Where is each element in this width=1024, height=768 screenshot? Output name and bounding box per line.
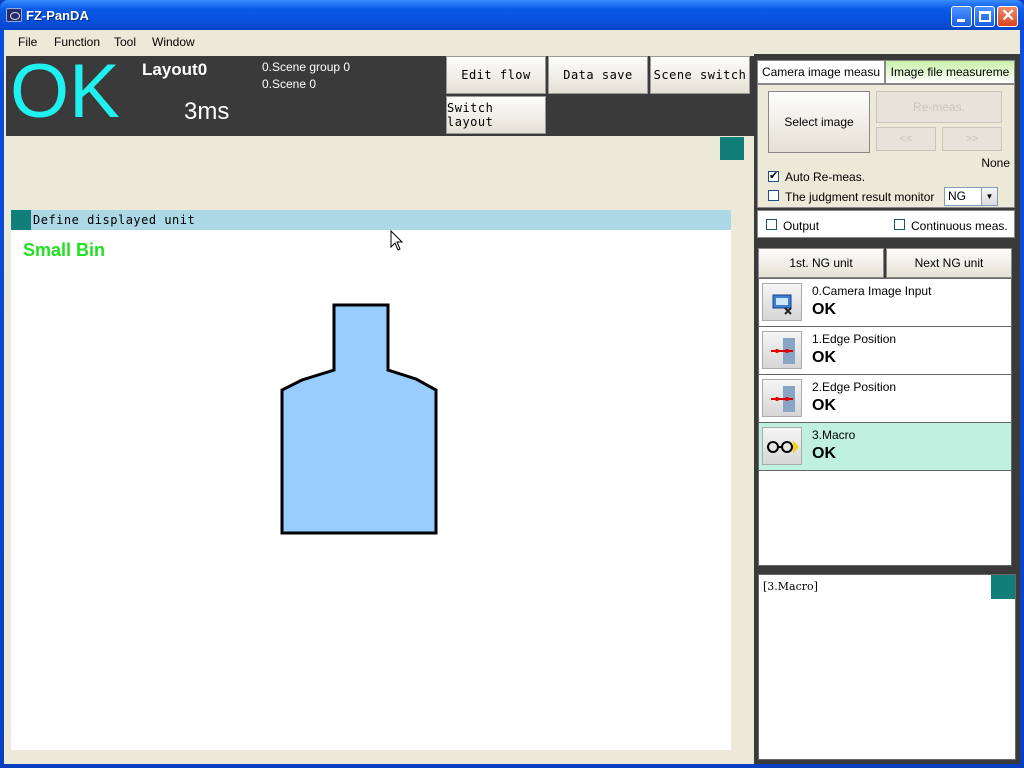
- unit-row-camera-image-input[interactable]: 0.Camera Image Input OK: [759, 279, 1011, 327]
- menu-file[interactable]: File: [18, 35, 37, 49]
- previous-image-button[interactable]: <<: [876, 127, 936, 151]
- unit-list: 0.Camera Image Input OK 1.Edge Position …: [758, 278, 1012, 566]
- unit-name: 0.Camera Image Input: [812, 284, 932, 298]
- bottle-shape: [280, 303, 438, 535]
- close-button[interactable]: ✕: [997, 6, 1018, 27]
- menu-function[interactable]: Function: [54, 35, 100, 49]
- switch-layout-button[interactable]: Switch layout: [446, 96, 546, 134]
- remeasure-button[interactable]: Re-meas.: [876, 91, 1002, 123]
- unit-row-edge-position-1[interactable]: 1.Edge Position OK: [759, 327, 1011, 375]
- output-options: Output Continuous meas.: [757, 210, 1015, 238]
- minimize-button[interactable]: [951, 6, 972, 27]
- unit-detail-box[interactable]: [3.Macro]: [758, 574, 1016, 760]
- continuous-meas-checkbox[interactable]: [894, 219, 905, 230]
- unit-status: OK: [812, 301, 836, 318]
- camera-input-icon: [762, 283, 802, 321]
- layout-name: Layout0: [142, 60, 208, 79]
- client-area: OK Layout0 3ms 0.Scene group 0 0.Scene 0…: [4, 52, 1020, 764]
- unit-bar-handle-icon: [11, 210, 31, 230]
- mouse-cursor-icon: [390, 230, 404, 251]
- image-display-area: Define displayed unit Small Bin: [6, 136, 754, 764]
- menu-bar: File Function Tool Window: [4, 30, 1020, 54]
- title-bar[interactable]: FZ-PanDA ✕: [0, 0, 1024, 30]
- menu-window[interactable]: Window: [152, 35, 195, 49]
- unit-status: OK: [812, 349, 836, 366]
- judgment-monitor-value: NG: [948, 189, 966, 203]
- auto-remeas-checkbox[interactable]: [768, 169, 779, 182]
- scene-switch-button[interactable]: Scene switch: [650, 56, 750, 94]
- status-header: OK Layout0 3ms 0.Scene group 0 0.Scene 0…: [6, 52, 754, 136]
- unit-name: 1.Edge Position: [812, 332, 897, 346]
- continuous-meas-label: Continuous meas.: [911, 219, 1008, 233]
- app-icon: [6, 8, 22, 22]
- maximize-icon: [979, 11, 991, 22]
- tab-camera-image-measurement[interactable]: Camera image measu: [757, 60, 885, 84]
- edit-flow-button[interactable]: Edit flow: [446, 56, 546, 94]
- data-save-button[interactable]: Data save: [548, 56, 648, 94]
- judgment-monitor-checkbox[interactable]: [768, 190, 779, 201]
- processing-time: 3ms: [184, 98, 230, 125]
- measurement-panel: Camera image measu Image file measureme …: [754, 54, 1020, 764]
- selected-file-name: None: [981, 156, 1010, 170]
- window-title: FZ-PanDA: [26, 8, 89, 23]
- scene-label: 0.Scene 0: [262, 77, 317, 91]
- displayed-unit-label: Define displayed unit: [33, 213, 196, 227]
- unit-status: OK: [812, 445, 836, 462]
- edge-position-icon: [762, 331, 802, 369]
- image-file-measurement-box: Select image Re-meas. << >> None Auto Re…: [757, 84, 1015, 208]
- detail-handle-icon[interactable]: [991, 575, 1015, 599]
- displayed-unit-bar[interactable]: Define displayed unit: [11, 210, 731, 230]
- unit-row-macro[interactable]: 3.Macro OK: [759, 423, 1011, 471]
- judgment-monitor-select[interactable]: NG ▼: [944, 187, 998, 206]
- dropdown-arrow-icon[interactable]: ▼: [981, 188, 997, 205]
- unit-detail-title: [3.Macro]: [763, 580, 818, 593]
- unit-name: 2.Edge Position: [812, 380, 897, 394]
- auto-remeas-label: Auto Re-meas.: [785, 170, 866, 184]
- app-window: FZ-PanDA ✕ File Function Tool Window OK …: [0, 0, 1024, 768]
- maximize-button[interactable]: [974, 6, 995, 27]
- unit-row-edge-position-2[interactable]: 2.Edge Position OK: [759, 375, 1011, 423]
- first-ng-unit-button[interactable]: 1st. NG unit: [758, 248, 884, 278]
- overall-judgement: OK: [10, 49, 120, 134]
- scene-group-label: 0.Scene group 0: [262, 60, 351, 74]
- unit-status: OK: [812, 397, 836, 414]
- window-handle-icon[interactable]: [720, 137, 744, 160]
- output-label: Output: [783, 219, 820, 233]
- unit-name: 3.Macro: [812, 428, 856, 442]
- select-image-button[interactable]: Select image: [768, 91, 870, 153]
- image-canvas[interactable]: Small Bin: [11, 230, 731, 750]
- output-checkbox[interactable]: [766, 219, 777, 230]
- minimize-icon: [957, 19, 965, 22]
- next-ng-unit-button[interactable]: Next NG unit: [886, 248, 1012, 278]
- edge-position-icon: [762, 379, 802, 417]
- tab-image-file-measurement[interactable]: Image file measureme: [885, 60, 1015, 84]
- bin-outline: [280, 303, 438, 535]
- judgment-monitor-label: The judgment result monitor: [785, 190, 935, 204]
- next-image-button[interactable]: >>: [942, 127, 1002, 151]
- menu-tool[interactable]: Tool: [114, 35, 136, 49]
- close-icon: ✕: [1001, 6, 1016, 25]
- macro-icon: [762, 427, 802, 465]
